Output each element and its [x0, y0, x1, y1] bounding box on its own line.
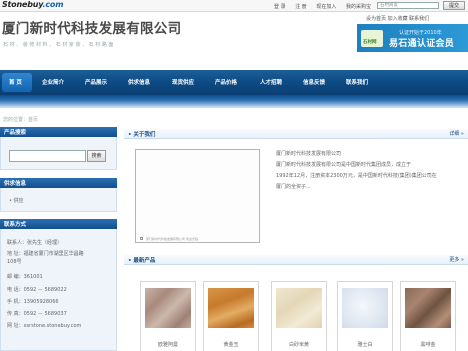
- logo-text: Stonebuy: [2, 0, 43, 9]
- nav-item-price[interactable]: 产品价格: [215, 78, 237, 86]
- nav-item-jobs[interactable]: 人才招聘: [260, 78, 282, 86]
- site-logo[interactable]: Stonebuy.com: [2, 0, 64, 9]
- about-image-caption: 厦门新时代科技发展有限公司 欢迎光临: [146, 237, 198, 241]
- header-quick-links[interactable]: 设为首页 加入收藏 联系我们: [366, 15, 429, 22]
- about-company-image[interactable]: 厦门新时代科技发展有限公司 欢迎光临: [135, 149, 260, 243]
- contact-postcode: 邮 编：361001: [7, 274, 43, 280]
- promo-badge-text: 石材网: [363, 40, 377, 45]
- image-corner-mark: [140, 237, 143, 240]
- contact-address: 地 址：福建省厦门市湖里区华昌路: [7, 251, 84, 257]
- contact-phone: 电 话：0592 － 5689022: [7, 287, 67, 293]
- breadcrumb: 您的位置：首页: [3, 117, 39, 123]
- nav-item-home[interactable]: 首 页: [9, 78, 22, 86]
- promo-line-2: 易石通认证会员: [389, 39, 455, 49]
- company-title: 厦门新时代科技发展有限公司: [2, 21, 182, 37]
- contact-panel-header: 联系方式: [0, 219, 117, 229]
- about-line-3: 1992年12月，注册资本2300万元，是中国新时代科技(集团)集团公司在: [276, 173, 437, 179]
- supply-panel-header: 供求信息: [0, 178, 117, 188]
- nav-item-stock[interactable]: 现货供应: [172, 78, 194, 86]
- contact-mobile: 手 机：13905928066: [7, 299, 59, 305]
- product-name[interactable]: 白砂米黄: [272, 341, 326, 348]
- contact-address-cont: 108号: [7, 259, 22, 265]
- nav-item-about[interactable]: 企业简介: [42, 78, 64, 86]
- product-image[interactable]: [145, 288, 191, 328]
- nav-item-contact[interactable]: 联系我们: [346, 78, 368, 86]
- logo-suffix: .com: [42, 0, 64, 9]
- nav-item-products[interactable]: 产品展示: [85, 78, 107, 86]
- contact-panel-title: 联系方式: [4, 222, 27, 228]
- my-account-link[interactable]: 我的采购宝: [346, 4, 371, 10]
- products-more-link[interactable]: 更多 »: [449, 256, 464, 263]
- product-search-button[interactable]: 搜索: [87, 150, 106, 162]
- nav-shadow: [0, 95, 468, 108]
- join-link[interactable]: 现在加入: [316, 4, 336, 10]
- about-line-1: 厦门新时代科技发展有限公司: [276, 151, 342, 157]
- supply-item[interactable]: • 供应: [9, 197, 24, 204]
- login-link[interactable]: 登 录: [274, 4, 286, 10]
- about-section-title: • 关于我们: [128, 132, 156, 138]
- product-name[interactable]: 欧雅阿曼: [141, 341, 195, 348]
- certification-banner[interactable]: 石材网 认证开始于2010年 易石通认证会员: [357, 24, 468, 52]
- promo-badge: 石材网: [361, 30, 383, 47]
- product-image[interactable]: [405, 288, 451, 328]
- search-panel-header: 产品搜索: [0, 127, 117, 137]
- company-subtitle: 石 材 、 装 修 材 料 、 石 材 家 装 、 石 材 路 面: [3, 42, 114, 48]
- about-line-4: 厦门的全资子...: [276, 184, 311, 190]
- product-image[interactable]: [342, 288, 388, 328]
- top-search-button[interactable]: 提交: [443, 1, 465, 10]
- product-card[interactable]: 欧雅阿曼: [140, 281, 196, 351]
- product-image[interactable]: [208, 288, 254, 328]
- product-card[interactable]: 雅士白: [337, 281, 393, 351]
- promo-line-1: 认证开始于2010年: [399, 30, 442, 36]
- product-card[interactable]: 黄金玉: [203, 281, 259, 351]
- contact-fax: 传 真：0592 － 5689037: [7, 311, 67, 317]
- product-image[interactable]: [276, 288, 322, 328]
- about-more-link[interactable]: 详细 »: [449, 130, 464, 137]
- product-card[interactable]: 白砂米黄: [271, 281, 327, 351]
- top-search-input[interactable]: 石材商友: [377, 2, 439, 9]
- nav-item-supply[interactable]: 供求信息: [128, 78, 150, 86]
- product-search-input[interactable]: [9, 150, 86, 162]
- about-section-header: • 关于我们 详细 »: [124, 129, 468, 139]
- products-section-header: • 最新产品 更多 »: [124, 255, 468, 265]
- contact-person: 联系人：张先生（经理）: [7, 240, 63, 246]
- contact-website[interactable]: 网 址：xsrstone.stonebuy.com: [7, 322, 81, 329]
- search-panel-title: 产品搜索: [4, 130, 27, 136]
- supply-panel-title: 供求信息: [4, 181, 27, 187]
- product-card[interactable]: 黑啡金: [400, 281, 456, 351]
- product-name[interactable]: 黑啡金: [401, 341, 455, 348]
- about-line-2: 厦门新时代科技发展有限公司是中国新时代集团成员，成立于: [276, 162, 412, 168]
- products-section-title: • 最新产品: [128, 258, 156, 264]
- product-name[interactable]: 雅士白: [338, 341, 392, 348]
- product-name[interactable]: 黄金玉: [204, 341, 258, 348]
- register-link[interactable]: 注 册: [295, 4, 307, 10]
- nav-item-feedback[interactable]: 信息反馈: [303, 78, 325, 86]
- top-links: 登 录 注 册 现在加入 我的采购宝: [274, 3, 379, 10]
